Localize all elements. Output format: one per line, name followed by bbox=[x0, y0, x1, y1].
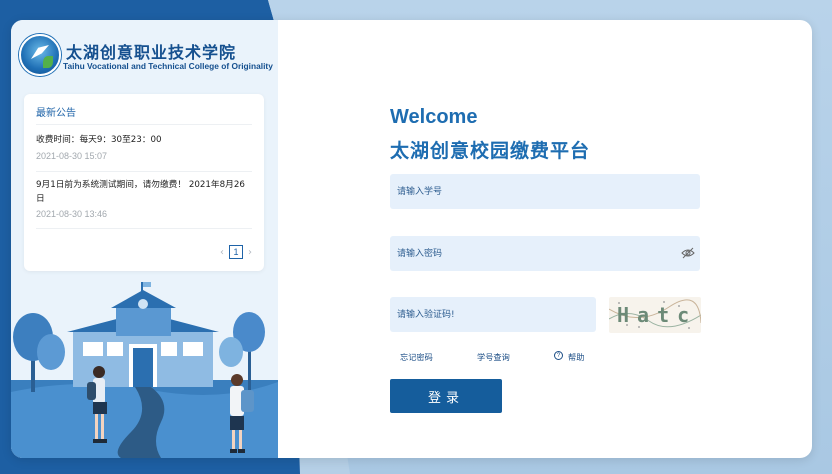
help-icon[interactable]: ? bbox=[554, 351, 563, 360]
pager-next-icon[interactable]: › bbox=[248, 247, 252, 258]
left-panel: 太湖创意职业技术学院 Taihu Vocational and Technica… bbox=[11, 20, 278, 458]
campus-illustration bbox=[11, 282, 278, 458]
login-card: 太湖创意职业技术学院 Taihu Vocational and Technica… bbox=[11, 20, 812, 458]
welcome-heading: Welcome bbox=[390, 106, 478, 128]
notice-item-text[interactable]: 收费时间：每天9：30至23：00 bbox=[36, 133, 250, 147]
divider bbox=[36, 228, 252, 229]
pager-page-current[interactable]: 1 bbox=[229, 245, 243, 259]
login-button[interactable]: 登录 bbox=[390, 379, 502, 413]
notice-item-text[interactable]: 9月1日前为系统测试期间，请勿缴费！ 2021年8月26日 bbox=[36, 178, 250, 206]
help-link[interactable]: 帮助 bbox=[568, 351, 584, 363]
captcha-input[interactable] bbox=[390, 297, 596, 332]
captcha-text: Hatc bbox=[617, 303, 698, 327]
school-name-en: Taihu Vocational and Technical College o… bbox=[63, 61, 273, 71]
student-id-lookup-link[interactable]: 学号查询 bbox=[477, 351, 510, 363]
pager-prev-icon[interactable]: ‹ bbox=[220, 247, 224, 258]
notice-title: 最新公告 bbox=[36, 108, 76, 119]
student-id-input[interactable] bbox=[390, 174, 700, 209]
notice-pager: ‹ 1 › bbox=[220, 245, 252, 259]
forgot-password-link[interactable]: 忘记密码 bbox=[400, 351, 433, 363]
notice-item-date: 2021-08-30 15:07 bbox=[36, 151, 108, 161]
divider bbox=[36, 124, 252, 125]
notice-panel: 最新公告 收费时间：每天9：30至23：00 2021-08-30 15:07 … bbox=[24, 94, 264, 271]
school-logo-icon bbox=[19, 34, 61, 76]
divider bbox=[36, 171, 252, 172]
captcha-image[interactable]: Hatc bbox=[609, 297, 701, 333]
eye-hidden-icon[interactable] bbox=[681, 247, 695, 259]
password-input[interactable] bbox=[390, 236, 700, 271]
notice-item-date: 2021-08-30 13:46 bbox=[36, 209, 108, 219]
school-name-cn: 太湖创意职业技术学院 bbox=[66, 43, 237, 62]
platform-title: 太湖创意校园缴费平台 bbox=[390, 140, 591, 162]
